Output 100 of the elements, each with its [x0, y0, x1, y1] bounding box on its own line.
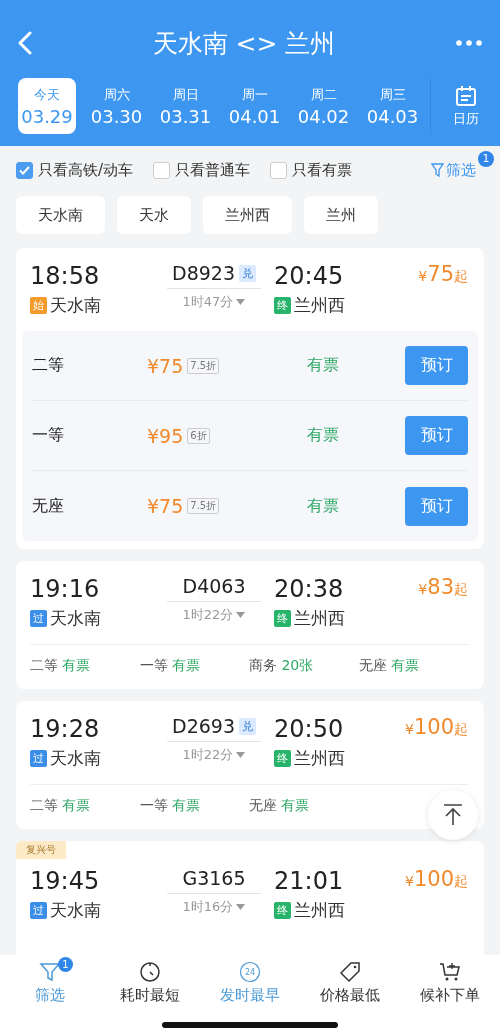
- station-chip[interactable]: 兰州西: [203, 196, 292, 234]
- arrival-time: 21:01: [274, 867, 345, 895]
- sort-tab[interactable]: 价格最低: [300, 961, 400, 1011]
- train-number: D2693: [172, 715, 235, 737]
- duration-toggle[interactable]: 1时47分: [182, 293, 246, 311]
- filter-checkbox[interactable]: 只看有票: [270, 160, 353, 180]
- calendar-icon: [454, 84, 477, 107]
- caret-icon: [236, 904, 246, 910]
- timer-icon: [139, 961, 161, 983]
- date-tab[interactable]: 今天 03.29: [18, 78, 76, 134]
- seat-availability: 一等 有票: [139, 657, 201, 675]
- caret-icon: [236, 612, 246, 618]
- availability: 有票: [307, 425, 340, 446]
- departure-station: 天水南: [50, 294, 101, 317]
- clock-icon: 24: [239, 961, 261, 983]
- redeem-badge: 兑: [239, 264, 256, 282]
- train-card[interactable]: 复兴号 19:45 过 天水南 G3165 1时16分 21:01 终 兰州西 ¥100起: [16, 841, 484, 955]
- departure-time: 19:45: [30, 867, 101, 895]
- date-tab[interactable]: 周日 03.31: [151, 78, 220, 134]
- back-button[interactable]: [18, 31, 32, 55]
- train-card[interactable]: 19:16 过 天水南 D4063 1时22分 20:38 终 兰州西 ¥83起 二等 有票 一等 有票 商务 20张 无座 有票: [16, 561, 484, 689]
- lowest-price: ¥100起: [405, 715, 468, 739]
- train-card[interactable]: 18:58 始 天水南 D8923 兑 1时47分 20:45 终 兰州西 ¥75起 二等 ¥75 7.5折 有票 预订 一等 ¥95 6折 有票 预订 无座 ¥75 7.5折 有票 预订: [16, 248, 484, 549]
- arrival-station: 兰州西: [294, 607, 345, 630]
- filter-icon: [39, 961, 61, 983]
- cart-icon: [439, 961, 461, 983]
- station-chip[interactable]: 天水: [117, 196, 191, 234]
- book-button[interactable]: 预订: [405, 416, 468, 455]
- calendar-button[interactable]: 日历: [430, 78, 500, 134]
- availability: 有票: [307, 355, 340, 376]
- departure-time: 19:28: [30, 715, 101, 743]
- station-tag: 终: [274, 297, 291, 314]
- duration-toggle[interactable]: 1时22分: [182, 746, 246, 764]
- route-title: 天水南 <> 兰州: [152, 27, 336, 60]
- checkmark-icon: [19, 165, 30, 175]
- departure-time: 18:58: [30, 262, 101, 290]
- seat-availability: 无座 有票: [358, 657, 420, 675]
- arrival-station: 兰州西: [294, 747, 345, 770]
- arrival-time: 20:38: [274, 575, 345, 603]
- count-badge: 1: [58, 957, 73, 972]
- date-tab[interactable]: 周六 03.30: [82, 78, 151, 134]
- lowest-price: ¥75起: [418, 262, 468, 286]
- book-button[interactable]: 预订: [405, 346, 468, 385]
- seat-price: ¥95: [147, 424, 184, 447]
- duration-toggle[interactable]: 1时22分: [182, 606, 246, 624]
- filter-icon: [431, 163, 444, 177]
- departure-time: 19:16: [30, 575, 101, 603]
- filter-checkbox[interactable]: 只看高铁/动车: [16, 160, 134, 180]
- seat-availability: 二等 有票: [30, 657, 92, 675]
- lowest-price: ¥83起: [418, 575, 468, 599]
- station-chip[interactable]: 兰州: [304, 196, 378, 234]
- arrow-up-icon: [443, 804, 463, 826]
- train-number: D4063: [182, 575, 246, 597]
- filter-button[interactable]: 筛选: [431, 160, 480, 180]
- caret-icon: [236, 299, 246, 305]
- seat-price: ¥75: [147, 495, 184, 517]
- count-badge: 1: [478, 150, 494, 167]
- station-tag: 过: [30, 902, 47, 919]
- station-chip[interactable]: 天水南: [16, 196, 105, 234]
- sort-tab[interactable]: 耗时最短: [100, 961, 200, 1011]
- train-type-tag: 复兴号: [16, 841, 66, 859]
- price-tag-icon: [339, 961, 361, 983]
- sort-tab[interactable]: 24 发时最早: [200, 961, 300, 1011]
- discount-badge: 7.5折: [187, 357, 220, 374]
- seat-class: 二等: [32, 355, 65, 376]
- availability: 有票: [307, 495, 340, 517]
- arrival-time: 20:50: [274, 715, 345, 743]
- seat-class: 无座: [32, 495, 65, 517]
- date-tab[interactable]: 周三 04.03: [358, 78, 427, 134]
- caret-icon: [236, 752, 246, 758]
- filter-checkbox[interactable]: 只看普通车: [153, 160, 251, 180]
- arrival-station: 兰州西: [294, 294, 345, 317]
- seat-availability: 商务 20张: [249, 657, 315, 675]
- arrival-station: 兰州西: [294, 899, 345, 922]
- seat-availability: 二等 有票: [30, 797, 92, 815]
- train-number: D8923: [172, 262, 235, 284]
- date-tab[interactable]: 周一 04.01: [220, 78, 289, 134]
- arrival-time: 20:45: [274, 262, 345, 290]
- departure-station: 天水南: [50, 607, 101, 630]
- departure-station: 天水南: [50, 747, 101, 770]
- discount-badge: 7.5折: [187, 498, 220, 514]
- station-tag: 终: [274, 902, 291, 919]
- discount-badge: 6折: [187, 427, 210, 444]
- book-button[interactable]: 预订: [405, 486, 468, 526]
- station-tag: 始: [30, 297, 47, 314]
- redeem-badge: 兑: [239, 717, 256, 735]
- seat-price: ¥75: [147, 354, 184, 377]
- more-button[interactable]: [456, 40, 482, 46]
- station-tag: 过: [30, 750, 47, 767]
- sort-tab[interactable]: 候补下单: [400, 961, 500, 1011]
- station-tag: 过: [30, 610, 47, 627]
- train-card[interactable]: 19:28 过 天水南 D2693 兑 1时22分 20:50 终 兰州西 ¥100起 二等 有票 一等 有票 无座 有票: [16, 701, 484, 829]
- station-tag: 终: [274, 750, 291, 767]
- departure-station: 天水南: [50, 899, 101, 922]
- seat-availability: 一等 有票: [139, 797, 201, 815]
- train-number: G3165: [182, 867, 246, 889]
- date-tab[interactable]: 周二 04.02: [289, 78, 358, 134]
- seat-availability: 无座 有票: [249, 797, 311, 815]
- lowest-price: ¥100起: [405, 867, 468, 891]
- duration-toggle[interactable]: 1时16分: [182, 898, 246, 916]
